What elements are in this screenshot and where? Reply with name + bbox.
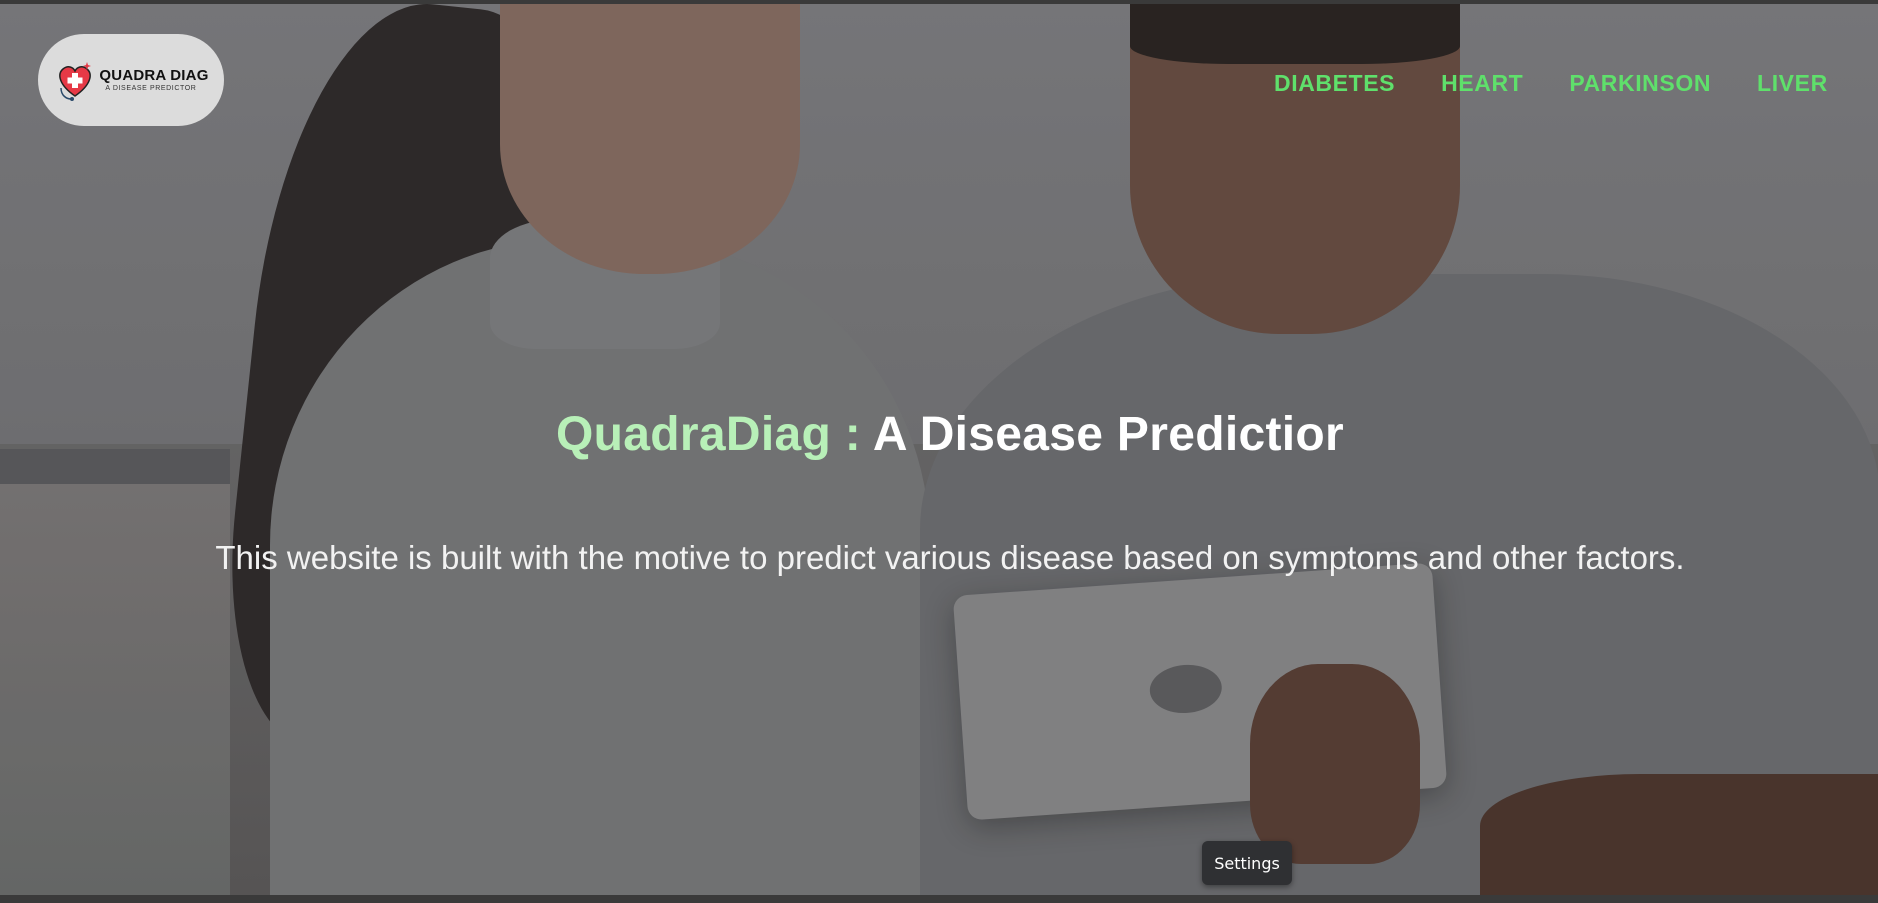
logo-title: QUADRA DIAG <box>99 67 209 84</box>
logo-inner: QUADRA DIAG A DISEASE PREDICTOR <box>53 58 208 102</box>
logo-text: QUADRA DIAG A DISEASE PREDICTOR <box>99 68 208 92</box>
heart-cross-stethoscope-icon <box>59 62 92 101</box>
hero-headline: QuadraDiag : A Disease Predictior <box>0 407 1878 462</box>
nav-link-heart[interactable]: HEART <box>1441 70 1523 97</box>
hero-brand: QuadraDiag : <box>556 408 862 461</box>
logo-subtitle: A DISEASE PREDICTOR <box>105 85 197 92</box>
hero-tagline: This website is built with the motive to… <box>215 539 1685 576</box>
nav-link-diabetes[interactable]: DIABETES <box>1274 70 1395 97</box>
hero-headline-rest: A Disease Predictior <box>872 408 1344 461</box>
main-nav: DIABETES HEART PARKINSON LIVER <box>1274 70 1828 97</box>
nav-link-parkinson[interactable]: PARKINSON <box>1569 70 1711 97</box>
site-logo[interactable]: QUADRA DIAG A DISEASE PREDICTOR <box>38 34 224 126</box>
browser-viewport: QUADRA DIAG A DISEASE PREDICTOR DIABETES… <box>0 0 1878 903</box>
hero-section: QUADRA DIAG A DISEASE PREDICTOR DIABETES… <box>0 4 1878 895</box>
settings-button[interactable]: Settings <box>1202 841 1292 885</box>
nav-link-liver[interactable]: LIVER <box>1757 70 1828 97</box>
